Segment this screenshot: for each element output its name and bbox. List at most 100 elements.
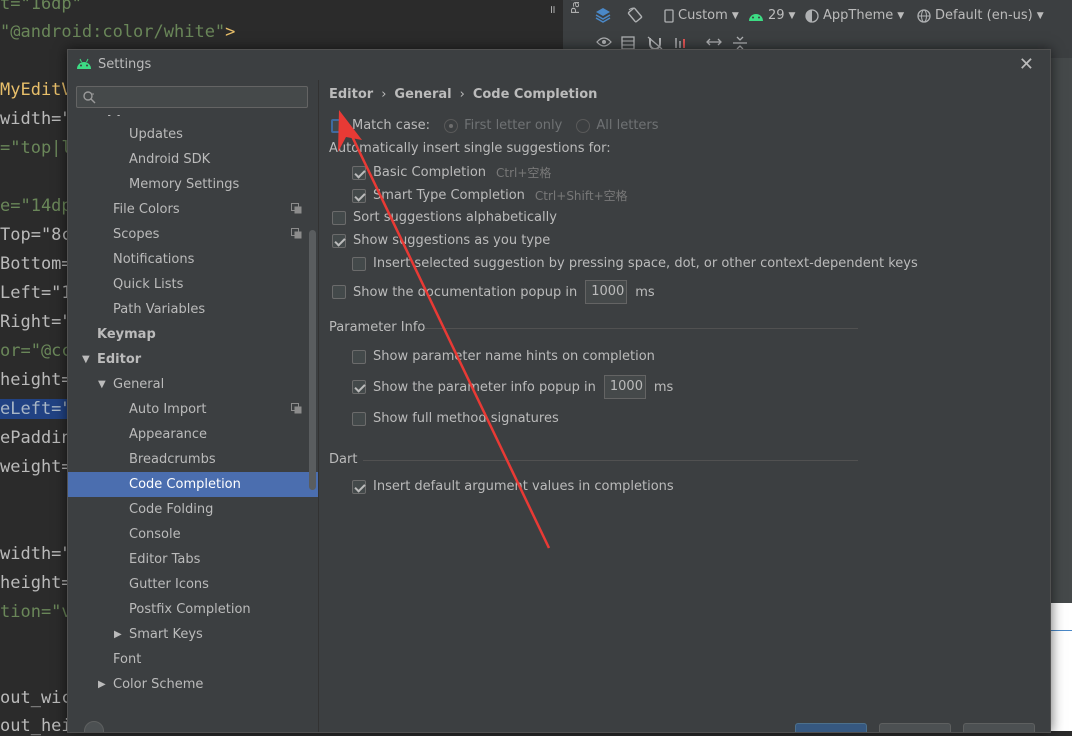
- full-signatures-checkbox[interactable]: [352, 411, 366, 426]
- name-hints-checkbox[interactable]: [352, 349, 366, 364]
- orientation-button[interactable]: [626, 6, 644, 24]
- tree-item-file-colors[interactable]: File Colors: [68, 197, 318, 222]
- settings-search-input[interactable]: [76, 86, 308, 108]
- code-line[interactable]: Left="1: [0, 283, 72, 303]
- first-letter-label[interactable]: First letter only: [464, 118, 562, 133]
- first-letter-radio[interactable]: [444, 118, 459, 133]
- tree-item-font[interactable]: Font: [68, 647, 318, 672]
- tree-item-general[interactable]: ▼ General: [68, 372, 318, 397]
- tree-item-path-variables[interactable]: Path Variables: [68, 297, 318, 322]
- tree-item-breadcrumbs[interactable]: Breadcrumbs: [68, 447, 318, 472]
- sidebar-scrollbar[interactable]: [309, 230, 316, 490]
- cancel-button[interactable]: [879, 723, 951, 732]
- match-case-label[interactable]: Match case:: [352, 118, 430, 133]
- magnet-off-icon[interactable]: [647, 36, 663, 50]
- code-line[interactable]: out_hei: [0, 716, 72, 736]
- tree-item-gutter-icons[interactable]: Gutter Icons: [68, 572, 318, 597]
- tree-item-postfix-completion[interactable]: Postfix Completion: [68, 597, 318, 622]
- insert-selected-label[interactable]: Insert selected suggestion by pressing s…: [373, 256, 918, 271]
- full-signatures-label[interactable]: Show full method signatures: [373, 411, 559, 426]
- tree-item-android-sdk[interactable]: Android SDK: [68, 147, 318, 172]
- code-line[interactable]: width=": [0, 109, 72, 129]
- tree-item-updates[interactable]: Updates: [68, 122, 318, 147]
- code-line[interactable]: weight=: [0, 457, 72, 477]
- eye-icon[interactable]: [596, 36, 612, 48]
- code-line[interactable]: "@android:color/white">: [0, 22, 235, 42]
- collapsed-arrow-icon[interactable]: ▶: [98, 672, 106, 697]
- close-icon[interactable]: ✕: [1019, 54, 1034, 75]
- tree-item-appearance-behavior[interactable]: Appearance & Behavior: [68, 115, 318, 122]
- default-args-label[interactable]: Insert default argument values in comple…: [373, 479, 674, 494]
- code-line[interactable]: width=": [0, 544, 72, 564]
- layout-preview[interactable]: [1049, 603, 1072, 731]
- info-popup-checkbox[interactable]: [352, 380, 366, 394]
- doc-popup-delay-input[interactable]: 1000: [585, 280, 628, 304]
- code-line[interactable]: height=: [0, 370, 72, 390]
- basic-completion-label[interactable]: Basic Completion: [373, 165, 486, 180]
- tree-item-editor[interactable]: ▼ Editor: [68, 347, 318, 372]
- code-line[interactable]: ="top|l: [0, 138, 72, 158]
- expand-vertical-icon[interactable]: [732, 36, 748, 50]
- tree-item-auto-import[interactable]: Auto Import: [68, 397, 318, 422]
- expanded-arrow-icon[interactable]: ▼: [98, 372, 106, 397]
- code-line[interactable]: Bottom=: [0, 254, 72, 274]
- code-line[interactable]: e="14dp: [0, 196, 72, 216]
- tree-item-smart-keys[interactable]: ▶ Smart Keys: [68, 622, 318, 647]
- clear-constraints-icon[interactable]: [674, 36, 690, 50]
- tree-item-notifications[interactable]: Notifications: [68, 247, 318, 272]
- name-hints-label[interactable]: Show parameter name hints on completion: [373, 349, 655, 364]
- palette-label[interactable]: Palette: [569, 0, 582, 14]
- tree-item-code-folding[interactable]: Code Folding: [68, 497, 318, 522]
- tree-item-keymap[interactable]: Keymap: [68, 322, 318, 347]
- code-line[interactable]: height=: [0, 573, 72, 593]
- tree-item-editor-tabs[interactable]: Editor Tabs: [68, 547, 318, 572]
- show-as-you-type-checkbox[interactable]: [332, 233, 346, 248]
- doc-popup-label[interactable]: Show the documentation popup in: [353, 285, 577, 300]
- design-surface-button[interactable]: [594, 6, 612, 24]
- default-args-checkbox[interactable]: [352, 479, 366, 494]
- basic-completion-checkbox[interactable]: [352, 165, 366, 180]
- settings-content: Editor › General › Code Completion Match…: [319, 80, 1050, 732]
- tree-item-color-scheme[interactable]: ▶ Color Scheme: [68, 672, 318, 697]
- apply-button[interactable]: [963, 723, 1035, 732]
- code-line[interactable]: ePaddin: [0, 428, 72, 448]
- tree-item-quick-lists[interactable]: Quick Lists: [68, 272, 318, 297]
- insert-selected-checkbox[interactable]: [352, 256, 366, 271]
- collapsed-arrow-icon[interactable]: ▶: [114, 622, 122, 647]
- code-line[interactable]: eLeft=": [0, 399, 72, 419]
- tree-item-console[interactable]: Console: [68, 522, 318, 547]
- code-line[interactable]: Right=": [0, 312, 72, 332]
- show-as-you-type-label[interactable]: Show suggestions as you type: [353, 233, 550, 248]
- info-popup-label[interactable]: Show the parameter info popup in: [373, 380, 596, 395]
- smart-type-label[interactable]: Smart Type Completion: [373, 188, 525, 203]
- tree-item-scopes[interactable]: Scopes: [68, 222, 318, 247]
- theme-selector[interactable]: AppTheme ▼: [805, 8, 904, 23]
- dialog-title-bar[interactable]: Settings ✕: [68, 50, 1050, 80]
- code-line[interactable]: out_wic: [0, 688, 72, 708]
- code-line[interactable]: t="16dp": [0, 0, 82, 14]
- code-line[interactable]: MyEditV: [0, 80, 72, 100]
- tree-item-appearance[interactable]: Appearance: [68, 422, 318, 447]
- ok-button[interactable]: [795, 723, 867, 732]
- api-level-selector[interactable]: 29 ▼: [748, 8, 795, 23]
- smart-type-checkbox[interactable]: [352, 188, 366, 203]
- device-selector[interactable]: Custom ▼: [664, 8, 739, 23]
- tree-item-label: Postfix Completion: [129, 602, 251, 617]
- sort-alpha-checkbox[interactable]: [332, 210, 346, 225]
- blueprint-icon[interactable]: [621, 36, 635, 50]
- match-case-checkbox[interactable]: [331, 118, 345, 133]
- code-line[interactable]: tion="v: [0, 602, 72, 622]
- doc-popup-checkbox[interactable]: [332, 285, 346, 299]
- sort-alpha-label[interactable]: Sort suggestions alphabetically: [353, 210, 557, 225]
- tree-item-code-completion[interactable]: Code Completion: [68, 472, 318, 497]
- info-popup-delay-input[interactable]: 1000: [603, 375, 646, 399]
- locale-selector[interactable]: Default (en-us) ▼: [917, 8, 1044, 23]
- tree-item-memory-settings[interactable]: Memory Settings: [68, 172, 318, 197]
- expanded-arrow-icon[interactable]: ▼: [82, 347, 90, 372]
- design-canvas[interactable]: [1049, 58, 1072, 603]
- code-line[interactable]: Top="8c: [0, 225, 72, 245]
- code-line[interactable]: or="@cc: [0, 341, 72, 361]
- all-letters-label[interactable]: All letters: [596, 118, 658, 133]
- all-letters-radio[interactable]: [576, 118, 591, 133]
- expand-horizontal-icon[interactable]: [706, 36, 722, 48]
